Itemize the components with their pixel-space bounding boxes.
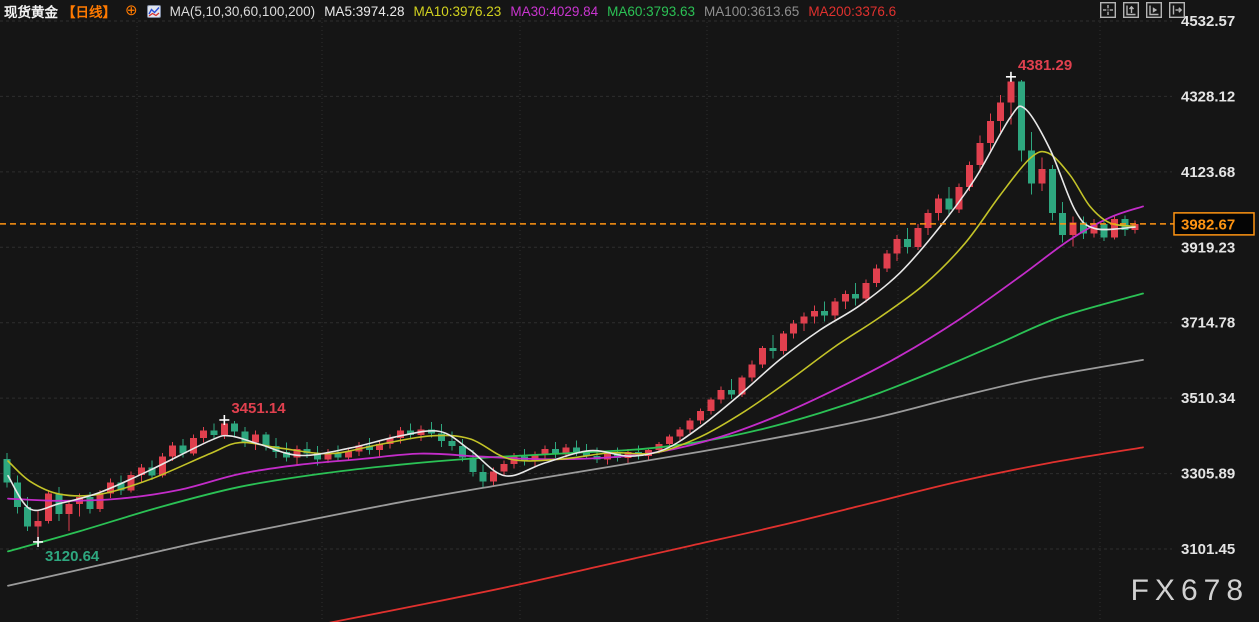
candle-down xyxy=(438,433,445,441)
auto-scroll-tool-icon[interactable] xyxy=(1146,2,1162,18)
crosshair-tool-icon[interactable] xyxy=(1100,2,1116,18)
candle-down xyxy=(573,448,580,452)
candle-up xyxy=(780,333,787,351)
candle-up xyxy=(666,437,673,444)
candle-up xyxy=(800,316,807,323)
candle-up xyxy=(863,283,870,298)
chart-toolbar xyxy=(1100,2,1185,18)
scale-up-tool-icon[interactable] xyxy=(1123,2,1139,18)
ma5-value: MA5:3974.28 xyxy=(324,4,404,19)
y-axis-tick-label: 4328.12 xyxy=(1181,88,1235,105)
watermark: FX678 xyxy=(1131,574,1249,608)
y-axis-tick-label: 4532.57 xyxy=(1181,13,1235,30)
candle-up xyxy=(252,434,259,442)
candle-up xyxy=(832,302,839,316)
ma-line-ma60 xyxy=(8,293,1143,551)
ma30-value: MA30:4029.84 xyxy=(510,4,598,19)
candle-up xyxy=(883,254,890,269)
ma-line-ma5 xyxy=(8,106,1135,510)
candle-up xyxy=(925,213,932,228)
add-indicator-icon[interactable]: ⊕ xyxy=(125,4,138,18)
ma-line-ma10 xyxy=(8,152,1135,496)
candle-up xyxy=(200,431,207,438)
candle-down xyxy=(769,348,776,351)
candle-down xyxy=(1018,82,1025,151)
indicator-chart-icon[interactable] xyxy=(147,5,161,18)
candle-down xyxy=(821,311,828,315)
candle-up xyxy=(707,400,714,411)
candle-up xyxy=(66,504,73,514)
price-annotation: 4381.29 xyxy=(1018,57,1072,74)
candle-up xyxy=(873,268,880,283)
candle-up xyxy=(490,471,497,481)
candle-up xyxy=(169,445,176,456)
ma100-value: MA100:3613.65 xyxy=(704,4,799,19)
candle-down xyxy=(1101,224,1108,237)
candle-up xyxy=(1007,82,1014,103)
candle-down xyxy=(14,482,21,507)
chart-app-window: 4381.29 3451.14 3120.64 4532.57 4328.12 4123.… xyxy=(0,0,1259,622)
candle-down xyxy=(945,198,952,209)
candle-down xyxy=(1049,169,1056,213)
candle-up xyxy=(35,521,42,527)
candle-up xyxy=(190,438,197,453)
current-price-value: 3982.67 xyxy=(1181,216,1235,233)
candle-up xyxy=(811,311,818,316)
candle-down xyxy=(852,294,859,298)
candle-up xyxy=(790,324,797,334)
y-axis-tick-label: 3714.78 xyxy=(1181,315,1235,332)
candlestick-chart[interactable]: 4381.29 3451.14 3120.64 4532.57 4328.12 4123.… xyxy=(0,0,1259,622)
candle-up xyxy=(687,420,694,429)
ma60-value: MA60:3793.63 xyxy=(607,4,695,19)
shift-right-tool-icon[interactable] xyxy=(1169,2,1185,18)
price-annotation: 3120.64 xyxy=(45,548,100,565)
y-axis-tick-label: 3919.23 xyxy=(1181,239,1235,256)
ma-settings-label[interactable]: MA(5,10,30,60,100,200) xyxy=(170,4,316,19)
ma10-value: MA10:3976.23 xyxy=(414,4,502,19)
ma200-value: MA200:3376.6 xyxy=(808,4,896,19)
price-annotation: 3451.14 xyxy=(231,400,286,417)
candle-up xyxy=(914,228,921,247)
candle-up xyxy=(987,121,994,143)
candle-up xyxy=(759,348,766,364)
candle-up xyxy=(894,239,901,254)
ma-line-ma100 xyxy=(8,360,1143,586)
candle-up xyxy=(221,423,228,435)
candle-down xyxy=(231,423,238,431)
candle-up xyxy=(718,390,725,400)
y-axis-tick-label: 3101.45 xyxy=(1181,541,1235,558)
candle-down xyxy=(904,239,911,247)
candle-down xyxy=(449,441,456,446)
y-axis-tick-label: 3305.89 xyxy=(1181,466,1235,483)
candle-up xyxy=(997,102,1004,120)
candle-down xyxy=(24,507,31,527)
chart-header: 现货黄金 【日线】 ⊕ MA(5,10,30,60,100,200) MA5:3… xyxy=(4,1,896,21)
candle-up xyxy=(500,464,507,471)
candle-up xyxy=(676,429,683,436)
candle-up xyxy=(697,411,704,421)
candle-down xyxy=(480,472,487,482)
candle-up xyxy=(842,294,849,301)
candle-up xyxy=(97,493,104,508)
candle-up xyxy=(1039,169,1046,184)
y-axis-tick-label: 3510.34 xyxy=(1181,390,1236,407)
symbol-name: 现货黄金 xyxy=(4,1,58,21)
candle-down xyxy=(86,497,93,509)
candle-down xyxy=(728,390,735,394)
y-axis-tick-label: 4123.68 xyxy=(1181,164,1235,181)
timeframe-label[interactable]: 【日线】 xyxy=(62,1,116,21)
candle-up xyxy=(976,143,983,165)
candle-up xyxy=(935,198,942,213)
candle-down xyxy=(211,431,218,435)
candle-up xyxy=(749,364,756,377)
